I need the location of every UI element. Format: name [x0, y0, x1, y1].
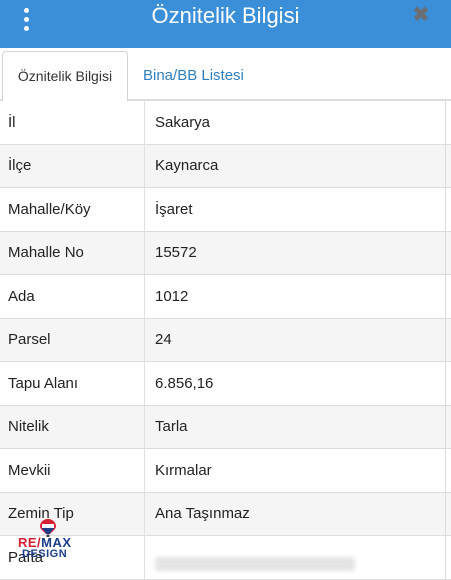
row-value: Kaynarca: [155, 157, 219, 175]
table-row: Ada 1012: [0, 275, 451, 319]
row-value: Tarla: [155, 418, 188, 436]
table-border: [445, 101, 446, 580]
table-row: İlçe Kaynarca: [0, 144, 451, 188]
row-key: Mahalle/Köy: [0, 188, 145, 231]
close-icon[interactable]: ✖: [408, 4, 434, 26]
row-value: Ana Taşınmaz: [155, 505, 250, 523]
attribute-table: İl Sakarya İlçe Kaynarca Mahalle/Köy İşa…: [0, 101, 451, 580]
row-key: Mahalle No: [0, 231, 145, 274]
row-key: Tapu Alanı: [0, 362, 145, 405]
row-key: Parsel: [0, 318, 145, 361]
table-row: Parsel 24: [0, 318, 451, 362]
row-value: 15572: [155, 244, 197, 262]
row-value: 24: [155, 331, 172, 349]
dialog-title: Öznitelik Bilgisi: [151, 3, 300, 28]
row-key: İl: [0, 101, 145, 144]
redacted-text: [155, 557, 355, 572]
tab-oznitelik-bilgisi[interactable]: Öznitelik Bilgisi: [2, 51, 128, 101]
table-row: Mahalle No 15572: [0, 231, 451, 275]
row-value: Kırmalar: [155, 461, 212, 479]
tab-label: Öznitelik Bilgisi: [17, 68, 113, 84]
tab-bina-bb-listesi[interactable]: Bina/BB Listesi: [143, 67, 244, 84]
row-key: İlçe: [0, 144, 145, 187]
row-key: Mevkii: [0, 449, 145, 492]
remax-logo: RE/MAX DESIGN: [4, 516, 82, 564]
table-row: Mevkii Kırmalar: [0, 449, 451, 493]
table-row: Nitelik Tarla: [0, 405, 451, 449]
row-value: 6.856,16: [155, 374, 214, 392]
table-row: Tapu Alanı 6.856,16: [0, 362, 451, 406]
logo-subtitle: DESIGN: [22, 548, 68, 560]
row-key: Ada: [0, 275, 145, 318]
row-value: İşaret: [155, 200, 193, 218]
row-value: Sakarya: [155, 113, 211, 131]
row-value-redacted: [146, 536, 451, 579]
table-row: İl Sakarya: [0, 101, 451, 145]
row-value: 1012: [155, 287, 189, 305]
table-row: Mahalle/Köy İşaret: [0, 188, 451, 232]
row-key: Nitelik: [0, 405, 145, 448]
app-header: Öznitelik Bilgisi ✖: [0, 0, 451, 48]
